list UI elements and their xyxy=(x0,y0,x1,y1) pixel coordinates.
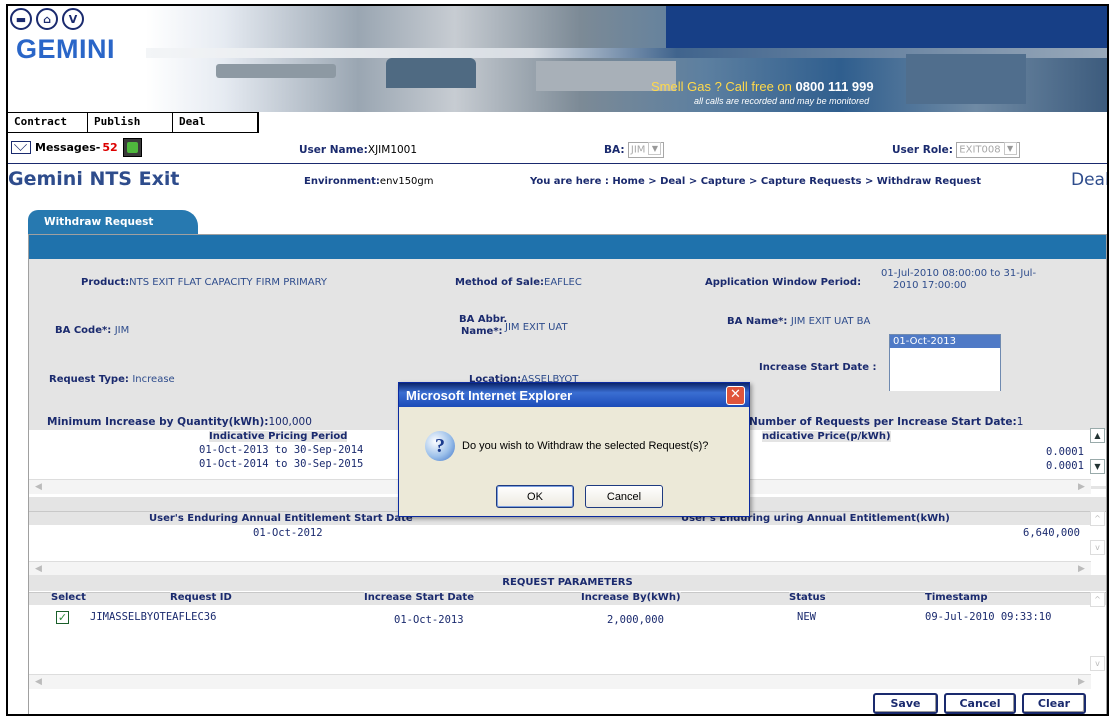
clear-button[interactable]: Clear xyxy=(1022,693,1086,714)
user-role-dropdown[interactable]: EXIT008 ▼ xyxy=(956,142,1020,158)
dialog-ok-button[interactable]: OK xyxy=(496,485,574,508)
ba-dropdown[interactable]: JIM ▼ xyxy=(627,142,665,158)
header-divider xyxy=(8,163,1107,164)
increase-start-label: Increase Start Date : xyxy=(759,362,877,373)
col-select: Select xyxy=(51,592,86,603)
request-id-cell: JIMASSELBYOTEAFLEC36 xyxy=(90,611,217,623)
col-increase-by: Increase By(kWh) xyxy=(581,592,681,603)
scroll-up-icon[interactable]: ^ xyxy=(1090,511,1105,526)
header-nav-icons: ▬ ⌂ V xyxy=(10,8,84,30)
gas-emergency-text: Smell Gas ? Call free on 0800 111 999 xyxy=(651,79,874,94)
calls-monitored-note: all calls are recorded and may be monito… xyxy=(694,96,870,106)
status-cell: NEW xyxy=(797,611,816,623)
col-status: Status xyxy=(789,592,826,603)
scroll-up-icon[interactable]: ^ xyxy=(1090,592,1105,607)
max-requests: Number of Requests per Increase Start Da… xyxy=(749,416,1024,428)
window-period-value-1: 01-Jul-2010 08:00:00 to 31-Jul- xyxy=(881,268,1037,279)
scroll-left-icon[interactable]: ◀ xyxy=(31,480,46,495)
col-pricing-period: Indicative Pricing Period xyxy=(209,431,348,442)
ba-selector: BA: JIM ▼ xyxy=(604,142,665,158)
header-banner: Smell Gas ? Call free on 0800 111 999 al… xyxy=(146,6,1107,112)
chevron-down-icon: ▼ xyxy=(648,142,662,155)
entitlement-start-date: 01-Oct-2012 xyxy=(253,527,323,539)
col-request-id: Request ID xyxy=(170,592,232,603)
col-increase-start-date: Increase Start Date xyxy=(364,592,474,603)
browser-page: ▬ ⌂ V GEMINI Smell Gas ? Call free on 08… xyxy=(6,4,1109,716)
scroll-up-icon[interactable]: ▲ xyxy=(1090,428,1105,443)
scroll-right-icon[interactable]: ▶ xyxy=(1074,480,1089,495)
breadcrumb: You are here : Home > Deal > Capture > C… xyxy=(530,176,981,187)
banner-sky xyxy=(666,6,1107,48)
banner-photo-van xyxy=(216,64,336,78)
v-icon[interactable]: V xyxy=(62,8,84,30)
environment: Environment:env150gm xyxy=(304,176,434,187)
scroll-down-icon[interactable]: v xyxy=(1090,540,1105,555)
dialog-cancel-button[interactable]: Cancel xyxy=(585,485,663,508)
entitlement-hscroll[interactable]: ◀ ▶ xyxy=(29,561,1091,576)
ba-abbr-label-1: BA Abbr. xyxy=(459,314,508,325)
menu-publish[interactable]: Publish xyxy=(88,113,173,132)
scroll-down-icon[interactable]: ▼ xyxy=(1090,459,1105,474)
envelope-icon[interactable] xyxy=(11,140,31,154)
panel-header-bar xyxy=(29,235,1106,259)
request-type-field: Request Type: Increase xyxy=(49,374,175,385)
date-option-selected[interactable]: 01-Oct-2013 xyxy=(890,335,1000,348)
col-entitlement-start: User's Enduring Annual Entitlement Start… xyxy=(149,513,413,524)
banner-photo-truck xyxy=(386,58,476,88)
col-indicative-price: ndicative Price(p/kWh) xyxy=(762,431,891,442)
save-button[interactable]: Save xyxy=(873,693,938,714)
pricing-row-price: 0.0001 xyxy=(1046,446,1084,458)
min-increase: Minimum Increase by Quantity(kWh):100,00… xyxy=(47,416,312,428)
increase-start-date-list[interactable]: 01-Oct-2013 xyxy=(889,334,1001,394)
row-select-checkbox[interactable]: ✓ xyxy=(56,611,69,624)
ba-name-field: BA Name*: JIM EXIT UAT BA xyxy=(727,316,871,327)
section-label: Deal xyxy=(1071,170,1109,190)
close-icon[interactable]: ✕ xyxy=(726,386,745,405)
product-field: Product:NTS EXIT FLAT CAPACITY FIRM PRIM… xyxy=(81,277,328,288)
menu-contract[interactable]: Contract xyxy=(8,113,88,132)
scroll-right-icon[interactable]: ▶ xyxy=(1074,675,1089,690)
home-icon[interactable]: ⌂ xyxy=(36,8,58,30)
dialog-message: Do you wish to Withdraw the selected Req… xyxy=(462,440,709,452)
window-period-value-2: 2010 17:00:00 xyxy=(893,280,967,291)
scroll-down-icon[interactable]: v xyxy=(1090,656,1105,671)
col-timestamp: Timestamp xyxy=(925,592,988,603)
scroll-left-icon[interactable]: ◀ xyxy=(31,675,46,690)
requests-hscroll[interactable]: ◀ ▶ xyxy=(29,674,1091,689)
printer-icon[interactable]: ▬ xyxy=(10,8,32,30)
messages-bar: Messages- 52 xyxy=(8,136,142,158)
pricing-row-period: 01-Oct-2014 to 30-Sep-2015 xyxy=(199,458,364,470)
pricing-row-price: 0.0001 xyxy=(1046,460,1084,472)
question-icon: ? xyxy=(425,431,455,461)
ba-abbr-label-2: Name*: xyxy=(461,326,503,337)
chevron-down-icon: ▼ xyxy=(1003,142,1017,155)
banner-photo-worker xyxy=(906,54,1026,104)
gemini-logo: GEMINI xyxy=(16,34,116,64)
increase-by-cell: 2,000,000 xyxy=(607,614,664,626)
ba-code-field: BA Code*: JIM xyxy=(55,325,130,336)
request-parameters-header: REQUEST PARAMETERS xyxy=(29,575,1106,591)
method-field: Method of Sale:EAFLEC xyxy=(455,277,582,288)
dialog-title: Microsoft Internet Explorer xyxy=(399,383,749,407)
user-role-selector: User Role: EXIT008 ▼ xyxy=(892,142,1020,158)
increase-start-date-cell: 01-Oct-2013 xyxy=(394,614,464,626)
messages-count: 52 xyxy=(102,140,118,154)
cancel-button[interactable]: Cancel xyxy=(944,693,1016,714)
user-name: User Name:XJIM1001 xyxy=(299,144,418,156)
main-menu: Contract Publish Deal xyxy=(8,112,259,133)
timestamp-cell: 09-Jul-2010 09:33:10 xyxy=(925,611,1052,623)
messages-label[interactable]: Messages- xyxy=(35,141,100,154)
green-box-icon xyxy=(126,141,138,153)
page-title: Gemini NTS Exit xyxy=(8,168,180,190)
menu-deal[interactable]: Deal xyxy=(173,113,258,132)
pricing-row-period: 01-Oct-2013 to 30-Sep-2014 xyxy=(199,444,364,456)
messages-refresh-button[interactable] xyxy=(122,137,142,157)
window-period-label: Application Window Period: xyxy=(705,277,862,288)
ba-abbr-value: JIM EXIT UAT xyxy=(505,322,568,333)
confirm-dialog: Microsoft Internet Explorer ✕ ? Do you w… xyxy=(398,382,750,517)
entitlement-value: 6,640,000 xyxy=(1023,527,1080,539)
